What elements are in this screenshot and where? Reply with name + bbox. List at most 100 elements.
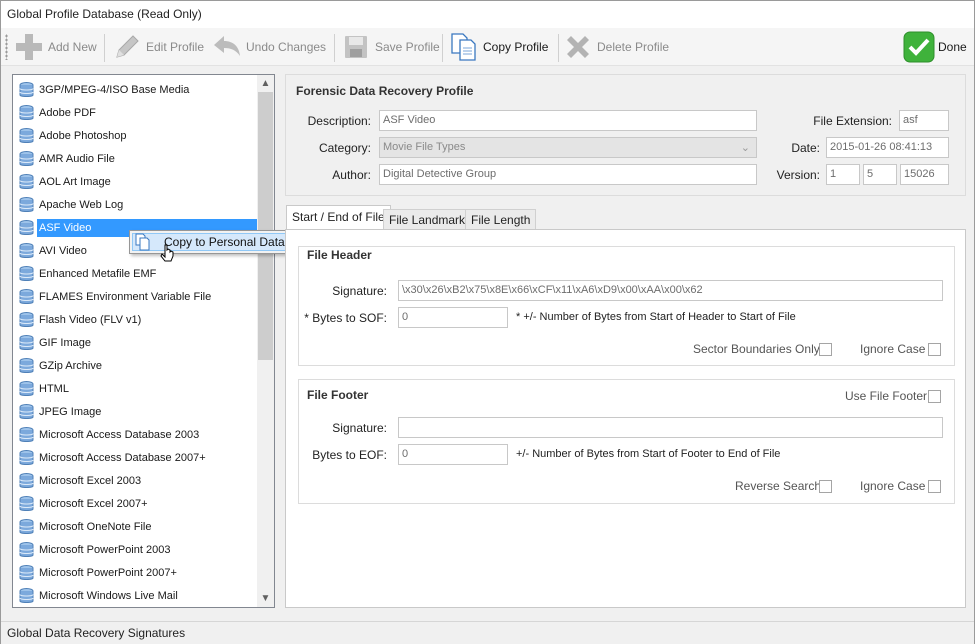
footer-ignore-case-checkbox[interactable] [928, 480, 941, 493]
plus-icon [16, 34, 42, 60]
database-icon [19, 265, 34, 282]
list-item-label: AVI Video [39, 244, 87, 257]
database-icon [19, 380, 34, 397]
list-item[interactable]: Microsoft PowerPoint 2003 [16, 538, 259, 561]
chevron-down-icon[interactable]: ▼ [257, 590, 274, 607]
done-label: Done [938, 40, 967, 54]
database-icon [19, 472, 34, 489]
pencil-icon [116, 35, 139, 58]
description-label: Description: [307, 114, 371, 128]
tab-start-end-of-file[interactable]: Start / End of File [286, 205, 391, 231]
database-icon [19, 288, 34, 305]
list-item[interactable]: Microsoft Access Database 2003 [16, 423, 259, 446]
list-item-label: 3GP/MPEG-4/ISO Base Media [39, 83, 190, 96]
list-item-label: Adobe PDF [39, 106, 96, 119]
list-item[interactable]: 3GP/MPEG-4/ISO Base Media [16, 78, 259, 101]
list-item[interactable]: Microsoft Access Database 2007+ [16, 446, 259, 469]
delete-profile-button[interactable]: Delete Profile [562, 31, 669, 63]
file-extension-field[interactable]: asf [899, 110, 949, 131]
date-label: Date: [791, 141, 820, 155]
copy-profile-button[interactable]: Copy Profile [448, 31, 548, 63]
bytes-to-sof-label: * Bytes to SOF: [304, 311, 387, 325]
bytes-to-sof-field[interactable]: 0 [398, 307, 508, 328]
reverse-search-checkbox[interactable] [819, 480, 832, 493]
status-bar: Global Data Recovery Signatures [1, 621, 974, 644]
done-button[interactable]: Done [903, 31, 967, 63]
undo-changes-button[interactable]: Undo Changes [211, 31, 326, 63]
list-item-label: FLAMES Environment Variable File [39, 290, 212, 303]
toolbar: Add New Edit Profile Undo Changes Save P… [1, 28, 974, 66]
database-icon [19, 127, 34, 144]
list-item[interactable]: Enhanced Metafile EMF [16, 262, 259, 285]
profile-list[interactable]: 3GP/MPEG-4/ISO Base Media Adobe PDF Adobe … [12, 74, 275, 608]
list-item[interactable]: GIF Image [16, 331, 259, 354]
add-new-button[interactable]: Add New [13, 31, 97, 63]
list-item-label: Microsoft Excel 2003 [39, 474, 142, 487]
use-file-footer-checkbox[interactable] [928, 390, 941, 403]
add-new-label: Add New [48, 40, 97, 54]
tab-file-landmarks[interactable]: File Landmarks [383, 209, 478, 230]
header-signature-field[interactable]: \x30\x26\xB2\x75\x8E\x66\xCF\x11\xA6\xD9… [398, 280, 943, 301]
list-item[interactable]: Flash Video (FLV v1) [16, 308, 259, 331]
list-item-label: Microsoft OneNote File [39, 520, 152, 533]
description-field[interactable]: ASF Video [379, 110, 757, 131]
date-field[interactable]: 2015-01-26 08:41:13 [826, 137, 949, 158]
reverse-search-label: Reverse Search [735, 479, 822, 493]
list-item-label: Flash Video (FLV v1) [39, 313, 142, 326]
database-icon [19, 81, 34, 98]
list-item-label: AMR Audio File [39, 152, 115, 165]
file-footer-title: File Footer [307, 388, 369, 402]
author-field[interactable]: Digital Detective Group [379, 164, 757, 185]
list-item[interactable]: Microsoft Excel 2003 [16, 469, 259, 492]
file-header-title: File Header [307, 248, 372, 262]
list-item-label: GIF Image [39, 336, 91, 349]
mouse-cursor-icon [160, 244, 174, 262]
header-ignore-case-label: Ignore Case [860, 342, 926, 356]
scrollbar-thumb[interactable] [258, 92, 273, 360]
toolbar-separator [104, 34, 105, 62]
author-label: Author: [332, 168, 371, 182]
header-ignore-case-checkbox[interactable] [928, 343, 941, 356]
list-item[interactable]: HTML [16, 377, 259, 400]
list-item-label: AOL Art Image [39, 175, 111, 188]
list-item[interactable]: AMR Audio File [16, 147, 259, 170]
version-minor-field[interactable]: 5 [863, 164, 897, 185]
list-item-label: Microsoft Access Database 2007+ [39, 451, 206, 464]
tab-file-length[interactable]: File Length [465, 209, 537, 230]
edit-profile-button[interactable]: Edit Profile [111, 31, 204, 63]
toolbar-grip[interactable] [5, 34, 8, 60]
footer-signature-label: Signature: [332, 421, 387, 435]
chevron-up-icon[interactable]: ▲ [257, 75, 274, 92]
list-item[interactable]: Microsoft Excel 2007+ [16, 492, 259, 515]
save-profile-button[interactable]: Save Profile [340, 31, 440, 63]
file-header-group: File Header Signature: \x30\x26\xB2\x75\… [298, 246, 955, 366]
list-item-label: Microsoft Access Database 2003 [39, 428, 200, 441]
list-item[interactable]: Microsoft Windows Live Mail [16, 584, 259, 607]
list-scrollbar[interactable]: ▲ ▼ [257, 75, 274, 607]
list-item[interactable]: Microsoft OneNote File [16, 515, 259, 538]
list-item[interactable]: AOL Art Image [16, 170, 259, 193]
database-icon [19, 518, 34, 535]
category-label: Category: [318, 141, 371, 155]
database-icon [19, 449, 34, 466]
list-item[interactable]: Adobe PDF [16, 101, 259, 124]
database-icon [19, 242, 34, 259]
database-icon [19, 219, 34, 236]
list-item[interactable]: GZip Archive [16, 354, 259, 377]
list-item-label: Microsoft PowerPoint 2003 [39, 543, 171, 556]
category-select[interactable]: Movie File Types ⌄ [379, 137, 757, 158]
sector-boundaries-checkbox[interactable] [819, 343, 832, 356]
list-item[interactable]: Apache Web Log [16, 193, 259, 216]
list-item[interactable]: Adobe Photoshop [16, 124, 259, 147]
use-file-footer-label: Use File Footer [845, 389, 928, 403]
bytes-to-sof-note: * +/- Number of Bytes from Start of Head… [516, 311, 796, 323]
list-item[interactable]: Microsoft PowerPoint 2007+ [16, 561, 259, 584]
list-item-label: Microsoft Excel 2007+ [39, 497, 148, 510]
list-item[interactable]: JPEG Image [16, 400, 259, 423]
bytes-to-eof-field[interactable]: 0 [398, 444, 508, 465]
version-build-field[interactable]: 15026 [900, 164, 949, 185]
list-item[interactable]: FLAMES Environment Variable File [16, 285, 259, 308]
footer-signature-field[interactable] [398, 417, 943, 438]
version-major-field[interactable]: 1 [826, 164, 860, 185]
list-item-label: Microsoft Windows Live Mail [39, 589, 178, 602]
